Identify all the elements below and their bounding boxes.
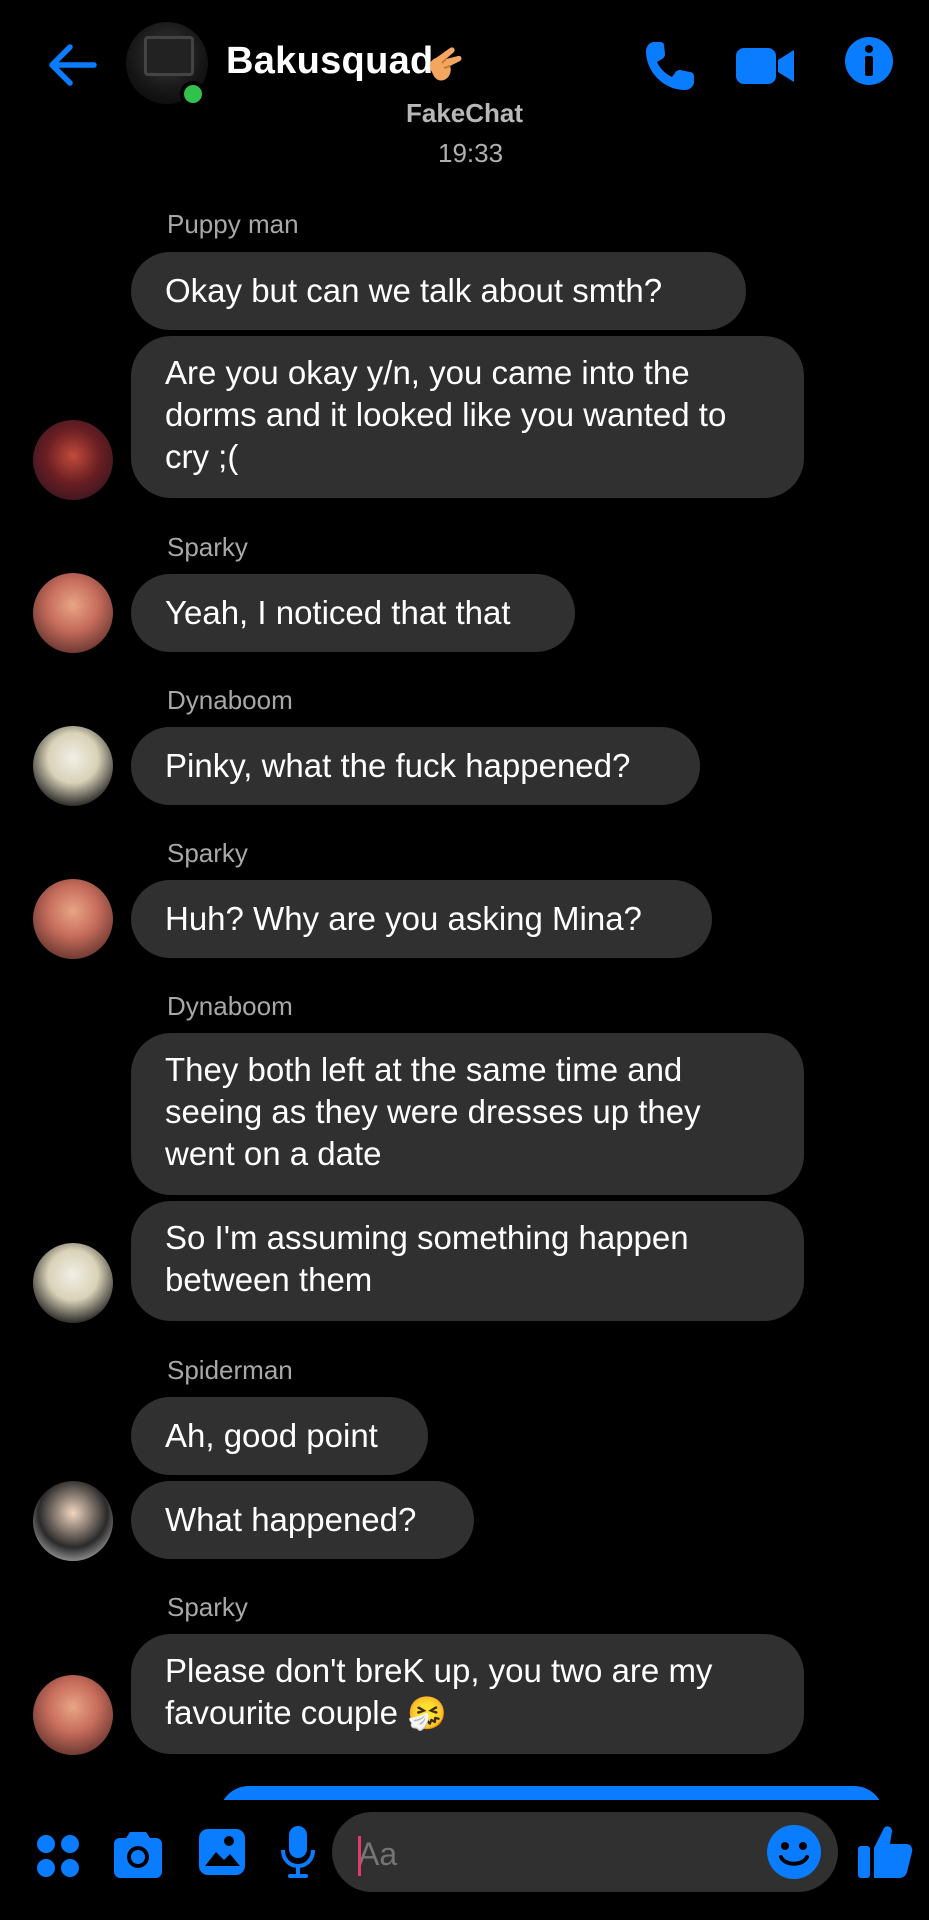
- avatar-sparky[interactable]: [33, 879, 113, 959]
- sender-name: Puppy man: [167, 209, 299, 239]
- avatar-sparky[interactable]: [33, 573, 113, 653]
- message-bubble[interactable]: Yeah, I noticed that that: [131, 574, 575, 652]
- message-bubble[interactable]: Pinky, what the fuck happened?: [131, 727, 700, 805]
- sender-name: Spiderman: [167, 1355, 293, 1385]
- phone-call-icon[interactable]: [640, 36, 700, 96]
- info-icon[interactable]: [844, 36, 894, 86]
- microphone-icon[interactable]: [280, 1824, 316, 1880]
- group-avatar-image: [144, 36, 194, 76]
- message-bubble[interactable]: Huh? Why are you asking Mina?: [131, 880, 712, 958]
- online-status-dot: [180, 81, 206, 107]
- camera-icon[interactable]: [110, 1828, 166, 1880]
- chat-title[interactable]: Bakusquad: [226, 40, 434, 83]
- chat-timestamp: 19:33: [438, 138, 504, 168]
- thumbs-up-icon[interactable]: [856, 1822, 914, 1880]
- emoji-smile-icon[interactable]: [766, 1824, 822, 1880]
- sender-name: Dynaboom: [167, 685, 293, 715]
- message-bubble[interactable]: Ah, good point: [131, 1397, 428, 1475]
- avatar-dynaboom[interactable]: [33, 726, 113, 806]
- text-caret: [358, 1836, 361, 1876]
- message-bubble[interactable]: Please don't breK up, you two are my fav…: [131, 1634, 804, 1754]
- message-bubble[interactable]: Okay but can we talk about smth?: [131, 252, 746, 330]
- avatar-dynaboom[interactable]: [33, 1243, 113, 1323]
- sender-name: Sparky: [167, 532, 248, 562]
- sender-name: Sparky: [167, 1592, 248, 1622]
- avatar-sparky[interactable]: [33, 1675, 113, 1755]
- avatar-puppy-man[interactable]: [33, 420, 113, 500]
- back-arrow-icon[interactable]: [44, 38, 98, 92]
- sender-name: Dynaboom: [167, 991, 293, 1021]
- avatar-spiderman[interactable]: [33, 1481, 113, 1561]
- watermark-label: FakeChat: [406, 98, 524, 128]
- message-bubble[interactable]: So I'm assuming something happen between…: [131, 1201, 804, 1321]
- gallery-icon[interactable]: [196, 1826, 248, 1878]
- sender-name: Sparky: [167, 838, 248, 868]
- video-call-icon[interactable]: [734, 42, 796, 90]
- message-bubble[interactable]: They both left at the same time and seei…: [131, 1033, 804, 1195]
- message-input[interactable]: [358, 1832, 738, 1876]
- message-bubble[interactable]: Are you okay y/n, you came into the dorm…: [131, 336, 804, 498]
- sneezing-face-emoji: 🤧: [407, 1695, 447, 1731]
- chat-header: Bakusquad FakeChat 19:33: [0, 0, 929, 170]
- message-bubble[interactable]: What happened?: [131, 1481, 474, 1559]
- more-actions-grid-icon[interactable]: [34, 1832, 82, 1880]
- finger-crossed-emoji-icon: [429, 47, 462, 81]
